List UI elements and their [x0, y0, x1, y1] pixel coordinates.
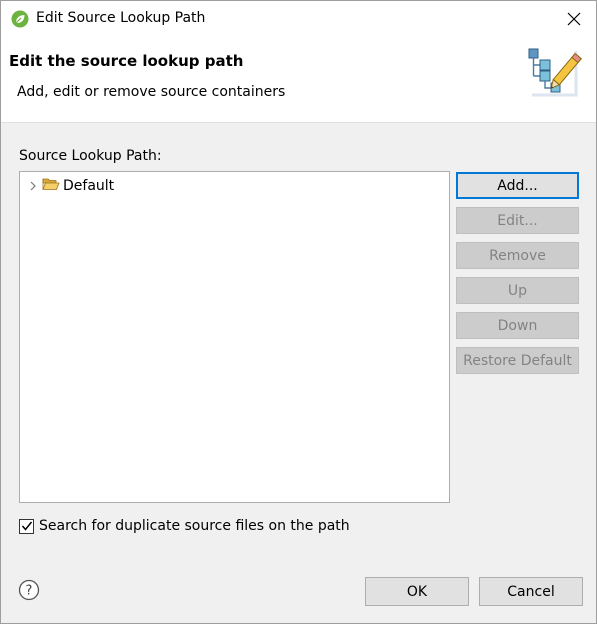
banner-title: Edit the source lookup path: [9, 52, 244, 70]
header-banner: Edit the source lookup path Add, edit or…: [1, 39, 596, 123]
tree-item-label: Default: [63, 178, 115, 194]
restore-default-button[interactable]: Restore Default: [456, 347, 579, 374]
edit-button[interactable]: Edit...: [456, 207, 579, 234]
down-button[interactable]: Down: [456, 312, 579, 339]
folder-icon: [42, 177, 62, 195]
close-icon[interactable]: [564, 9, 584, 29]
cancel-button[interactable]: Cancel: [479, 577, 583, 606]
edit-source-lookup-dialog: Edit Source Lookup Path Edit the source …: [0, 0, 597, 624]
source-lookup-path-label: Source Lookup Path:: [19, 148, 162, 164]
search-duplicates-checkbox[interactable]: [19, 518, 34, 534]
window-title: Edit Source Lookup Path: [36, 10, 206, 26]
search-duplicates-option[interactable]: Search for duplicate source files on the…: [19, 516, 350, 536]
source-lookup-tree[interactable]: Default: [19, 171, 450, 503]
banner-message: Add, edit or remove source containers: [17, 84, 286, 100]
svg-text:?: ?: [26, 584, 33, 599]
source-lookup-wizard-icon: [524, 43, 584, 103]
title-bar: Edit Source Lookup Path: [1, 1, 596, 39]
search-duplicates-label: Search for duplicate source files on the…: [39, 518, 350, 534]
help-icon[interactable]: ?: [18, 579, 40, 601]
ok-button[interactable]: OK: [365, 577, 469, 606]
spring-leaf-icon: [11, 10, 29, 28]
remove-button[interactable]: Remove: [456, 242, 579, 269]
chevron-right-icon[interactable]: [26, 181, 40, 191]
tree-item-default[interactable]: Default: [26, 176, 114, 196]
add-button[interactable]: Add...: [456, 172, 579, 199]
up-button[interactable]: Up: [456, 277, 579, 304]
